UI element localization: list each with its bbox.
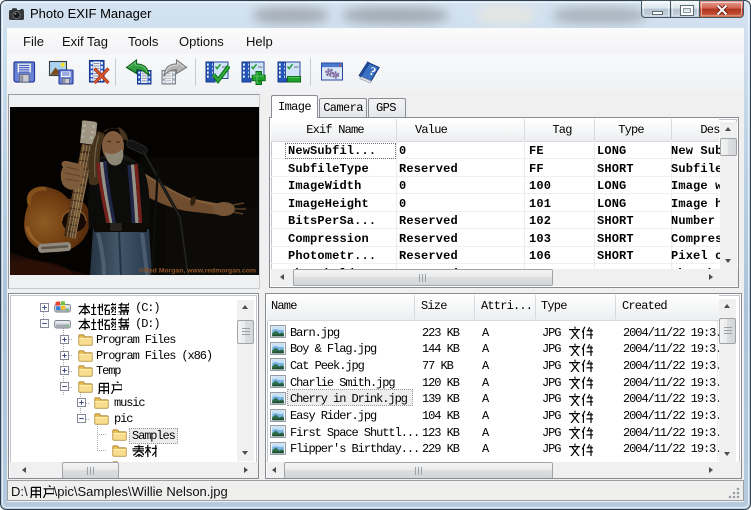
svg-text:©Red Morgan, www.redmorgan.com: ©Red Morgan, www.redmorgan.com <box>139 267 256 275</box>
